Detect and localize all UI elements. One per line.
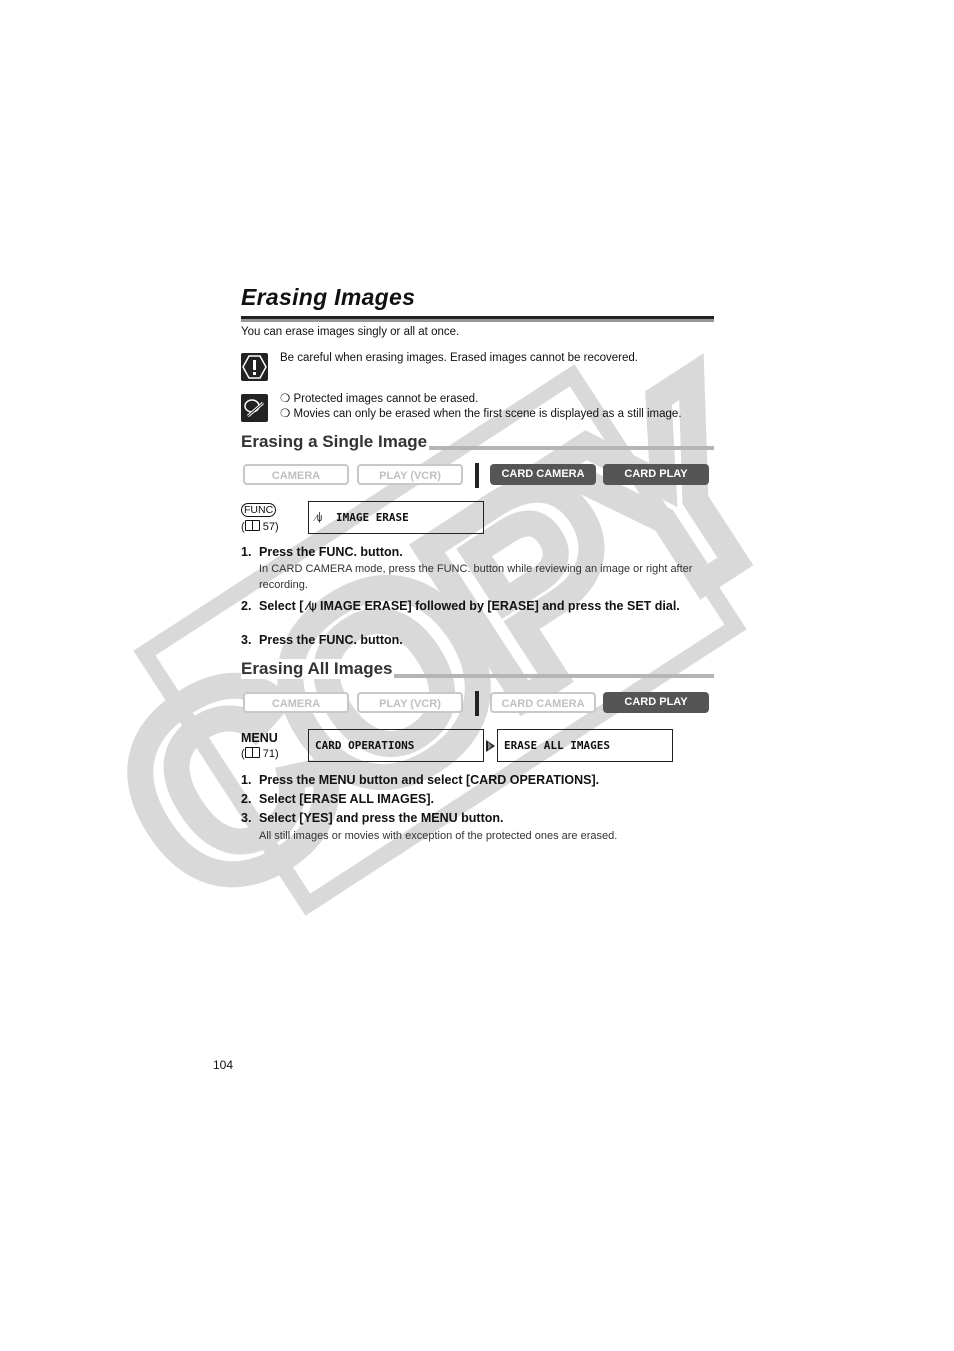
- ref-page: 57: [262, 521, 275, 533]
- erase-icon: ⁄⍦: [315, 513, 323, 524]
- func-button-ref: FUNC: [241, 503, 277, 517]
- step-1: 1. Press the FUNC. button.: [241, 545, 403, 559]
- step-1-detail: In CARD CAMERA mode, press the FUNC. but…: [259, 563, 693, 591]
- ref-page: 71: [262, 748, 275, 760]
- note-item: ❍ Movies can only be erased when the fir…: [280, 407, 682, 422]
- step-number: 3.: [241, 633, 252, 647]
- note-text: Movies can only be erased when the first…: [293, 408, 682, 420]
- step-text: Select [ ⁄⍦ IMAGE ERASE] followed by [ER…: [259, 599, 680, 613]
- mode-camera: CAMERA: [243, 692, 349, 713]
- step-number: 2.: [241, 792, 252, 806]
- mode-play-vcr: PLAY (VCR): [357, 692, 463, 713]
- intro-text: You can erase images singly or all at on…: [241, 326, 460, 338]
- book-icon: [244, 747, 260, 758]
- lcd-erase-all-images: ERASE ALL IMAGES: [497, 729, 673, 762]
- caution-text: Be careful when erasing images. Erased i…: [280, 352, 638, 364]
- step-3: 3. Select [YES] and press the MENU button…: [241, 811, 503, 825]
- section-heading-all: Erasing All Images: [241, 659, 395, 679]
- mode-card-play: CARD PLAY: [603, 464, 709, 485]
- mode-card-camera: CARD CAMERA: [490, 692, 596, 713]
- step-2: 2. Select [ERASE ALL IMAGES].: [241, 792, 434, 806]
- step-text: Press the FUNC. button.: [259, 633, 403, 647]
- mode-card-camera: CARD CAMERA: [490, 464, 596, 485]
- note-item: ❍ Protected images cannot be erased.: [280, 392, 478, 407]
- page-number: 104: [213, 1058, 234, 1072]
- bullet-icon: ❍: [280, 393, 291, 405]
- mode-camera: CAMERA: [243, 464, 349, 485]
- step-2: 2. Select [ ⁄⍦ IMAGE ERASE] followed by […: [241, 598, 701, 614]
- note-pencil-icon: [241, 394, 268, 422]
- step-text: Select [ERASE ALL IMAGES].: [259, 792, 435, 806]
- title-rule-shadow: [241, 319, 714, 322]
- lcd-card-operations: CARD OPERATIONS: [308, 729, 484, 762]
- caution-icon: [241, 353, 268, 381]
- step-number: 1.: [241, 773, 252, 787]
- page-title: Erasing Images: [241, 284, 416, 310]
- step-text: Press the FUNC. button.: [259, 545, 403, 559]
- step-text: Select [YES] and press the MENU button.: [259, 811, 504, 825]
- menu-button-label: MENU: [241, 731, 278, 745]
- bullet-icon: ❍: [280, 408, 291, 420]
- lcd-image-erase: ⁄⍦ IMAGE ERASE: [308, 501, 484, 534]
- func-button-label: FUNC: [241, 503, 277, 517]
- mode-separator: [475, 691, 479, 716]
- mode-play-vcr: PLAY (VCR): [357, 464, 463, 485]
- mode-card-play: CARD PLAY: [603, 692, 709, 713]
- watermark-text: COPY: [72, 330, 820, 957]
- step-number: 3.: [241, 811, 252, 825]
- book-icon: [244, 520, 260, 531]
- page-reference: ( 57): [241, 520, 279, 533]
- step-1: 1. Press the MENU button and select [CARD…: [241, 773, 599, 787]
- arrow-right-icon: [485, 739, 496, 758]
- lcd-text: IMAGE ERASE: [335, 511, 409, 524]
- mode-separator: [475, 463, 479, 488]
- step-text: Press the MENU button and select [CARD O…: [259, 773, 600, 787]
- step-number: 2.: [241, 599, 252, 613]
- step-3-detail: All still images or movies with exceptio…: [259, 830, 618, 842]
- page-reference: ( 71): [241, 747, 279, 760]
- section-heading-single: Erasing a Single Image: [241, 432, 430, 452]
- step-3: 3. Press the FUNC. button.: [241, 633, 403, 647]
- note-text: Protected images cannot be erased.: [293, 393, 479, 405]
- step-number: 1.: [241, 545, 252, 559]
